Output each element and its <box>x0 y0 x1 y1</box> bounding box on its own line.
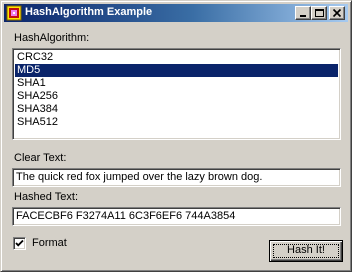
title-bar[interactable]: HashAlgorithm Example <box>4 4 348 22</box>
format-checkbox[interactable] <box>13 237 26 250</box>
list-item-sha384[interactable]: SHA384 <box>15 103 338 116</box>
checkmark-icon <box>15 239 24 247</box>
hash-algorithm-list[interactable]: CRC32 MD5 SHA1 SHA256 SHA384 SHA512 <box>12 48 341 140</box>
minimize-icon <box>300 15 306 17</box>
maximize-button[interactable] <box>311 6 327 20</box>
list-item-sha1[interactable]: SHA1 <box>15 77 338 90</box>
hash-it-button[interactable]: Hash It! <box>269 240 343 262</box>
list-item-sha256[interactable]: SHA256 <box>15 90 338 103</box>
list-item-sha512[interactable]: SHA512 <box>15 116 338 129</box>
minimize-button[interactable] <box>295 6 311 20</box>
app-icon[interactable] <box>6 5 22 21</box>
focus-rectangle <box>273 244 339 258</box>
list-item-md5[interactable]: MD5 <box>15 64 338 77</box>
hashed-text-label: Hashed Text: <box>14 191 79 203</box>
clear-text-label: Clear Text: <box>14 152 67 164</box>
clear-text-input[interactable]: The quick red fox jumped over the lazy b… <box>12 168 341 187</box>
hashed-text-output[interactable]: FACECBF6 F3274A11 6C3F6EF6 744A3854 <box>12 207 341 226</box>
window-title: HashAlgorithm Example <box>25 6 153 18</box>
maximize-icon <box>315 9 324 17</box>
close-icon <box>332 8 342 18</box>
list-item-crc32[interactable]: CRC32 <box>15 51 338 64</box>
hash-algorithm-label: HashAlgorithm: <box>14 32 90 44</box>
format-label[interactable]: Format <box>32 237 67 249</box>
close-button[interactable] <box>329 6 345 20</box>
app-window: HashAlgorithm Example HashAlgorithm: CRC… <box>0 0 352 272</box>
